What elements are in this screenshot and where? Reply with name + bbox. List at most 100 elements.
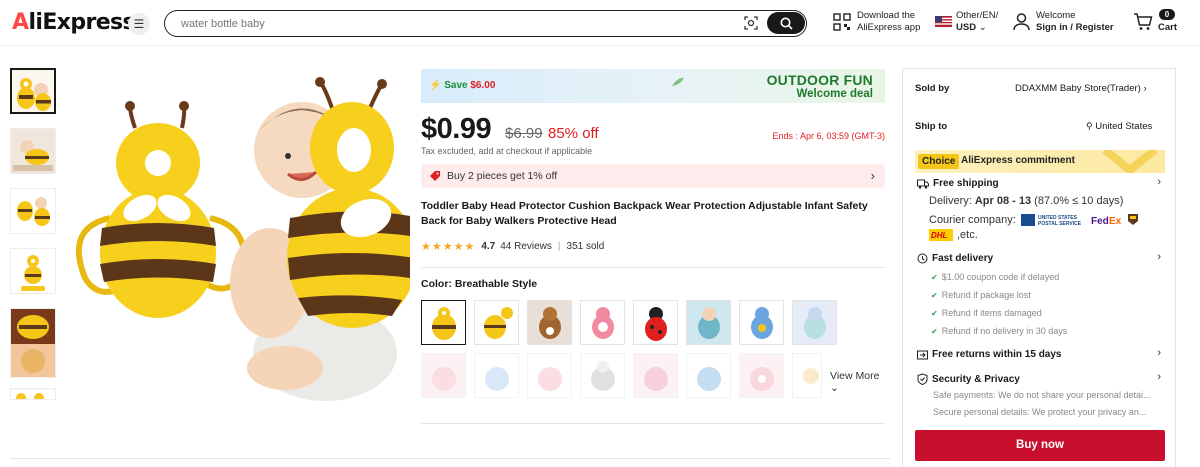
- search-icon: [780, 17, 793, 30]
- cart-count-badge: 0: [1159, 9, 1175, 20]
- rating-value: 4.7: [481, 241, 496, 252]
- image-search-icon[interactable]: [743, 15, 759, 31]
- search-input[interactable]: [181, 15, 721, 32]
- swatch-partial[interactable]: [792, 353, 822, 398]
- chevron-right-icon: ›: [1143, 83, 1147, 94]
- discount-percent: 85% off: [548, 125, 599, 142]
- tag-icon: [430, 171, 440, 181]
- swatch-lavender-animal[interactable]: [792, 300, 837, 345]
- fast-item: ✔ Refund if items damaged: [931, 308, 1042, 318]
- deal-subline: Welcome deal: [796, 88, 874, 100]
- swatch-pink-fox[interactable]: [580, 300, 625, 345]
- swatch-bee-breathable[interactable]: [421, 300, 466, 345]
- courier-label: Courier company:: [929, 214, 1016, 226]
- chevron-right-icon[interactable]: ›: [1157, 371, 1161, 383]
- divider: [421, 423, 885, 424]
- search-bar: [164, 10, 807, 37]
- tax-note: Tax excluded, add at checkout if applica…: [421, 146, 593, 156]
- thumbnail-list: [10, 68, 58, 414]
- swatch-blue-animal[interactable]: [739, 300, 784, 345]
- thumbnail-1[interactable]: [10, 68, 56, 114]
- store-link[interactable]: DDAXMM Baby Store(Trader) ›: [1015, 83, 1147, 94]
- promo-text: Buy 2 pieces get 1% off: [447, 170, 558, 182]
- return-box-icon: [917, 350, 928, 360]
- fast-item: ✔ Refund if package lost: [931, 290, 1031, 300]
- check-icon: ✔: [931, 291, 938, 300]
- svg-text:POSTAL SERVICE: POSTAL SERVICE: [1038, 221, 1082, 226]
- chevron-right-icon[interactable]: ›: [1157, 251, 1161, 263]
- location-pin-icon: ⚲: [1086, 121, 1093, 131]
- svg-text:Fed: Fed: [1091, 216, 1109, 226]
- bundle-promo[interactable]: Buy 2 pieces get 1% off ›: [421, 164, 885, 188]
- aliexpress-logo[interactable]: AliExpress: [12, 10, 136, 35]
- product-title: Toddler Baby Head Protector Cushion Back…: [421, 200, 868, 227]
- free-shipping-header[interactable]: Free shipping: [917, 178, 999, 189]
- thumbnail-6[interactable]: [10, 388, 56, 400]
- svg-text:DHL: DHL: [931, 231, 948, 240]
- thumbnail-3[interactable]: [10, 188, 56, 234]
- download-app-text: Download the AliExpress app: [857, 10, 921, 33]
- deal-ends-time: Ends : Apr 6, 03:59 (GMT-3): [772, 131, 885, 141]
- shield-icon: [917, 373, 928, 385]
- free-returns-header[interactable]: Free returns within 15 days: [917, 349, 1062, 360]
- product-info: ⚡ Save $6.00 OUTDOOR FUN Welcome deal $0…: [421, 69, 885, 398]
- swatch-pink-1[interactable]: [421, 353, 466, 398]
- swatch-ladybug[interactable]: [633, 300, 678, 345]
- sold-count: 351 sold: [566, 241, 605, 252]
- courier-etc: ,etc.: [957, 229, 978, 241]
- leaf-decoration-icon: [672, 77, 684, 86]
- us-flag-icon: [935, 16, 952, 27]
- usps-logo-icon: UNITED STATESPOSTAL SERVICE: [1021, 214, 1082, 226]
- swatch-grey-1[interactable]: [580, 353, 625, 398]
- rating-row[interactable]: ★★★★★ 4.7 44 Reviews | 351 sold: [421, 240, 604, 253]
- search-button[interactable]: [767, 12, 805, 34]
- choice-commitment-banner[interactable]: Choice AliExpress commitment: [915, 150, 1165, 173]
- swatch-pink-3[interactable]: [633, 353, 678, 398]
- security-privacy-header[interactable]: Security & Privacy: [917, 373, 1020, 385]
- thumbnail-2[interactable]: [10, 128, 56, 174]
- cart-icon: [1134, 13, 1153, 30]
- swatch-blue-2[interactable]: [686, 353, 731, 398]
- choice-text: AliExpress commitment: [961, 155, 1075, 166]
- review-count[interactable]: 44 Reviews: [500, 241, 552, 252]
- dhl-logo-icon: DHL: [929, 229, 953, 241]
- divider: [10, 458, 890, 459]
- chevron-down-icon: ⌄: [978, 22, 987, 33]
- swatch-teal-animal[interactable]: [686, 300, 731, 345]
- main-product-image[interactable]: [70, 68, 410, 404]
- region-text: Other/EN/USD ⌄: [956, 10, 999, 33]
- security-item: Secure personal details: We protect your…: [933, 407, 1147, 417]
- buy-now-button[interactable]: Buy now: [915, 430, 1165, 461]
- fast-item: ✔ $1.00 coupon code if delayed: [931, 272, 1060, 282]
- swatch-blue-1[interactable]: [474, 353, 519, 398]
- chevron-decoration-icon: [1102, 150, 1158, 173]
- chevron-right-icon[interactable]: ›: [1157, 347, 1161, 359]
- menu-icon[interactable]: ☰: [128, 13, 150, 35]
- swatch-brown-bear[interactable]: [527, 300, 572, 345]
- truck-icon: [917, 179, 929, 189]
- lightning-icon: ⚡: [429, 80, 442, 91]
- separator: |: [557, 241, 561, 252]
- chevron-right-icon[interactable]: ›: [1157, 176, 1161, 188]
- fast-item: ✔ Refund if no delivery in 30 days: [931, 326, 1068, 336]
- chevron-down-icon: ⌄: [830, 382, 839, 394]
- swatch-bee-2[interactable]: [474, 300, 519, 345]
- security-item: Safe payments: We do not share your pers…: [933, 390, 1151, 400]
- user-icon: [1013, 13, 1030, 31]
- thumbnail-5[interactable]: [10, 308, 56, 378]
- svg-text:Ex: Ex: [1109, 216, 1121, 226]
- ship-to-label: Ship to: [915, 121, 948, 132]
- fedex-logo-icon: Fed Ex: [1091, 216, 1121, 226]
- thumbnail-4[interactable]: [10, 248, 56, 294]
- current-price: $0.99: [421, 113, 492, 145]
- check-icon: ✔: [931, 273, 938, 282]
- color-label: Color: Breathable Style: [421, 278, 538, 290]
- deal-headline: OUTDOOR FUN: [766, 72, 873, 88]
- fast-delivery-header[interactable]: Fast delivery: [917, 253, 993, 264]
- swatch-pink-4[interactable]: [739, 353, 784, 398]
- view-more-colors[interactable]: View More ⌄: [830, 370, 885, 394]
- welcome-deal-banner[interactable]: ⚡ Save $6.00 OUTDOOR FUN Welcome deal: [421, 69, 885, 103]
- swatch-pink-2[interactable]: [527, 353, 572, 398]
- ship-to-selector[interactable]: ⚲ United States: [1086, 121, 1152, 132]
- account-text: Welcome Sign in / Register: [1036, 10, 1114, 33]
